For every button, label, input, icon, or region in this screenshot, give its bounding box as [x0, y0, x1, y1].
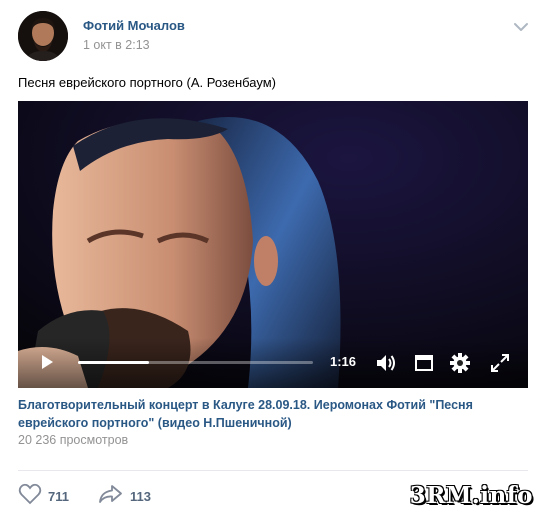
video-controls: 1:16	[18, 338, 528, 388]
post-text: Песня еврейского портного (А. Розенбаум)	[18, 75, 276, 90]
like-button[interactable]: 711	[18, 483, 69, 510]
progress-bar[interactable]	[78, 361, 313, 364]
volume-icon[interactable]	[375, 352, 397, 374]
share-count: 113	[130, 488, 151, 504]
heart-icon	[18, 483, 42, 510]
like-count: 711	[48, 488, 69, 504]
video-time: 1:16	[330, 354, 357, 369]
author-name[interactable]: Фотий Мочалов	[83, 18, 185, 33]
share-button[interactable]: 113	[98, 483, 151, 510]
post-date[interactable]: 1 окт в 2:13	[83, 38, 150, 52]
video-title-link[interactable]: Благотворительный концерт в Калуге 28.09…	[18, 396, 533, 432]
views-count: 20 236 просмотров	[18, 433, 129, 447]
play-icon[interactable]	[39, 354, 55, 370]
divider	[18, 470, 528, 471]
wall-post: Фотий Мочалов 1 окт в 2:13 Песня еврейск…	[0, 0, 547, 523]
chevron-down-icon[interactable]	[513, 20, 529, 32]
settings-icon[interactable]	[449, 352, 471, 374]
miniplayer-icon[interactable]	[413, 352, 435, 374]
progress-fill	[78, 361, 149, 364]
share-icon	[98, 483, 124, 510]
fullscreen-icon[interactable]	[489, 352, 511, 374]
author-avatar[interactable]	[18, 11, 68, 61]
site-watermark: 3RM.info	[409, 482, 533, 509]
video-player[interactable]: 1:16	[18, 101, 528, 388]
